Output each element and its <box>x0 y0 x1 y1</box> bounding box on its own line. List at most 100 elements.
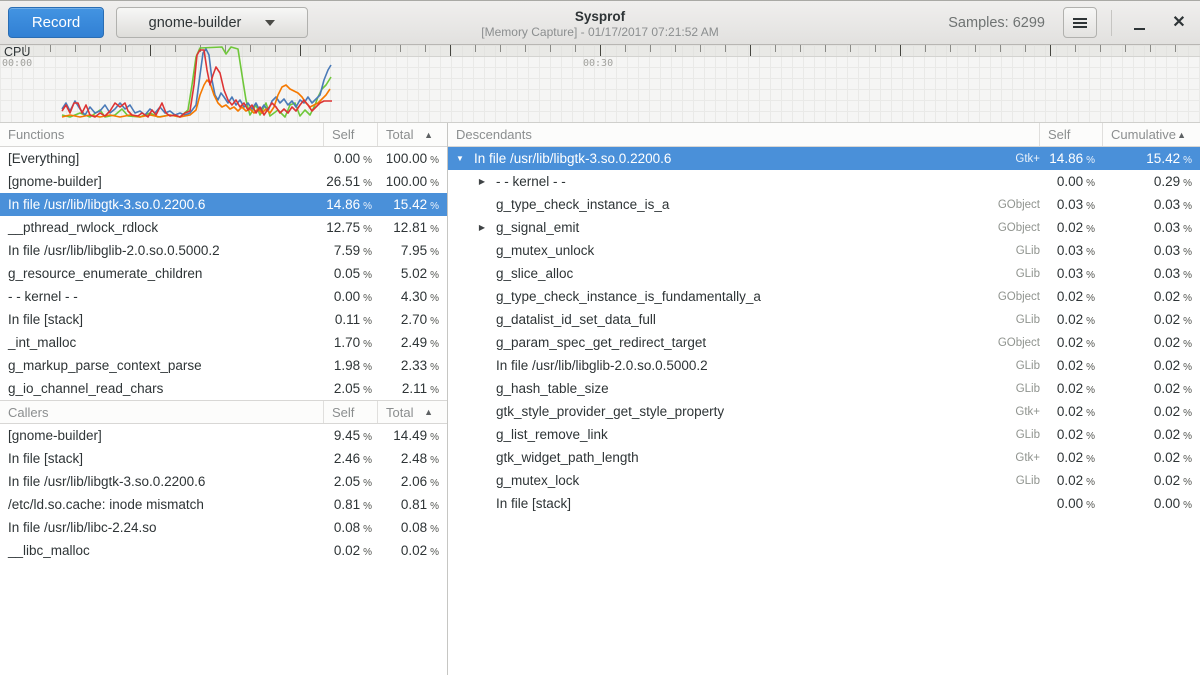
percent-sign: % <box>1183 247 1192 258</box>
self-percent: 12.75% <box>324 220 378 235</box>
percent-sign: % <box>1183 270 1192 281</box>
total-percent: 0.08% <box>378 520 447 535</box>
record-button[interactable]: Record <box>8 7 104 38</box>
tree-row[interactable]: gtk_widget_path_lengthGtk+0.02%0.02% <box>448 446 1200 469</box>
cpu-usage-graph[interactable]: CPU 00:0000:30 <box>0 45 1200 123</box>
function-name: - - kernel - - <box>0 289 324 304</box>
callers-total-column-header[interactable]: Total ▲ <box>378 401 447 423</box>
function-name: In file [stack] <box>0 312 324 327</box>
table-row[interactable]: [gnome-builder]26.51%100.00% <box>0 170 447 193</box>
self-percent-value: 1.98 <box>334 358 360 373</box>
percent-sign: % <box>1086 316 1095 327</box>
cumulative-percent: 15.42% <box>1103 151 1200 166</box>
total-percent: 100.00% <box>378 174 447 189</box>
table-row[interactable]: [Everything]0.00%100.00% <box>0 147 447 170</box>
total-percent-value: 7.95 <box>401 243 427 258</box>
descendants-cumulative-column-header[interactable]: Cumulative ▲ <box>1103 123 1200 146</box>
percent-sign: % <box>363 432 372 443</box>
descendant-name: gtk_style_provider_get_style_property <box>488 404 982 419</box>
function-name: [gnome-builder] <box>0 174 324 189</box>
process-selector-dropdown[interactable]: gnome-builder <box>116 7 308 38</box>
tree-row[interactable]: In file /usr/lib/libglib-2.0.so.0.5000.2… <box>448 354 1200 377</box>
table-row[interactable]: In file [stack]0.11%2.70% <box>0 308 447 331</box>
total-percent-value: 4.30 <box>401 289 427 304</box>
self-percent-value: 0.02 <box>1057 427 1083 442</box>
self-percent: 2.46% <box>324 451 378 466</box>
tree-row[interactable]: g_param_spec_get_redirect_targetGObject0… <box>448 331 1200 354</box>
total-column-label: Total <box>386 127 413 142</box>
self-percent-value: 14.86 <box>1049 151 1083 166</box>
minimize-button[interactable] <box>1126 10 1152 36</box>
callers-self-column-header[interactable]: Self <box>324 401 378 423</box>
tree-row[interactable]: g_hash_table_sizeGLib0.02%0.02% <box>448 377 1200 400</box>
cumulative-percent-value: 0.02 <box>1154 404 1180 419</box>
descendant-name: g_datalist_id_set_data_full <box>488 312 982 327</box>
left-panel-empty-area <box>0 562 447 675</box>
self-percent: 0.02% <box>1040 335 1103 350</box>
tree-row[interactable]: g_mutex_lockGLib0.02%0.02% <box>448 469 1200 492</box>
callers-column-header[interactable]: Callers <box>0 401 324 423</box>
descendants-self-column-header[interactable]: Self <box>1040 123 1103 146</box>
cumulative-percent-value: 0.02 <box>1154 289 1180 304</box>
descendant-name: g_list_remove_link <box>488 427 982 442</box>
expander-closed-icon[interactable]: ▶ <box>476 170 488 193</box>
library-category-label: GObject <box>982 291 1040 303</box>
function-name: g_markup_parse_context_parse <box>0 358 324 373</box>
table-row[interactable]: In file /usr/lib/libglib-2.0.so.0.5000.2… <box>0 239 447 262</box>
cumulative-column-label: Cumulative <box>1111 127 1176 142</box>
function-name: g_io_channel_read_chars <box>0 381 324 396</box>
tree-row[interactable]: g_mutex_unlockGLib0.03%0.03% <box>448 239 1200 262</box>
tree-row[interactable]: gtk_style_provider_get_style_propertyGtk… <box>448 400 1200 423</box>
table-row[interactable]: g_resource_enumerate_children0.05%5.02% <box>0 262 447 285</box>
functions-self-column-header[interactable]: Self <box>324 123 378 146</box>
percent-sign: % <box>1183 454 1192 465</box>
table-row[interactable]: [gnome-builder]9.45%14.49% <box>0 424 447 447</box>
self-percent-value: 0.03 <box>1057 243 1083 258</box>
tree-row[interactable]: ▶g_signal_emitGObject0.02%0.03% <box>448 216 1200 239</box>
tree-row[interactable]: ▼In file /usr/lib/libgtk-3.so.0.2200.6Gt… <box>448 147 1200 170</box>
table-row[interactable]: In file [stack]2.46%2.48% <box>0 447 447 470</box>
self-percent-value: 2.05 <box>334 474 360 489</box>
table-row[interactable]: - - kernel - -0.00%4.30% <box>0 285 447 308</box>
table-row[interactable]: In file /usr/lib/libgtk-3.so.0.2200.62.0… <box>0 470 447 493</box>
cumulative-percent-value: 0.02 <box>1154 427 1180 442</box>
tree-row[interactable]: g_type_check_instance_is_aGObject0.03%0.… <box>448 193 1200 216</box>
samples-count: Samples: 6299 <box>948 15 1045 31</box>
descendants-table-header: Descendants Self Cumulative ▲ <box>448 123 1200 147</box>
functions-column-header[interactable]: Functions <box>0 123 324 146</box>
table-row[interactable]: __libc_malloc0.02%0.02% <box>0 539 447 562</box>
expander-open-icon[interactable]: ▼ <box>454 147 466 170</box>
library-category-label: GObject <box>982 222 1040 234</box>
table-row[interactable]: g_io_channel_read_chars2.05%2.11% <box>0 377 447 400</box>
self-percent-value: 2.46 <box>334 451 360 466</box>
table-row[interactable]: __pthread_rwlock_rdlock12.75%12.81% <box>0 216 447 239</box>
percent-sign: % <box>1086 247 1095 258</box>
tree-row[interactable]: ▶- - kernel - -0.00%0.29% <box>448 170 1200 193</box>
tree-row[interactable]: g_type_check_instance_is_fundamentally_a… <box>448 285 1200 308</box>
table-row[interactable]: _int_malloc1.70%2.49% <box>0 331 447 354</box>
menu-button[interactable] <box>1063 7 1097 38</box>
expander-closed-icon[interactable]: ▶ <box>476 216 488 239</box>
tree-row[interactable]: In file [stack]0.00%0.00% <box>448 492 1200 515</box>
close-button[interactable]: ✕ <box>1166 10 1192 36</box>
self-percent: 1.70% <box>324 335 378 350</box>
tree-row[interactable]: g_list_remove_linkGLib0.02%0.02% <box>448 423 1200 446</box>
cumulative-percent-value: 0.02 <box>1154 358 1180 373</box>
table-row[interactable]: In file /usr/lib/libgtk-3.so.0.2200.614.… <box>0 193 447 216</box>
percent-sign: % <box>430 270 439 281</box>
cumulative-percent-value: 15.42 <box>1146 151 1180 166</box>
self-percent-value: 2.05 <box>334 381 360 396</box>
tree-row[interactable]: g_datalist_id_set_data_fullGLib0.02%0.02… <box>448 308 1200 331</box>
percent-sign: % <box>430 362 439 373</box>
functions-total-column-header[interactable]: Total ▲ <box>378 123 447 146</box>
table-row[interactable]: g_markup_parse_context_parse1.98%2.33% <box>0 354 447 377</box>
cumulative-percent: 0.29% <box>1103 174 1200 189</box>
total-percent: 15.42% <box>378 197 447 212</box>
descendants-column-header[interactable]: Descendants <box>448 123 1040 146</box>
library-category-label: GLib <box>982 429 1040 441</box>
table-row[interactable]: In file /usr/lib/libc-2.24.so0.08%0.08% <box>0 516 447 539</box>
close-icon: ✕ <box>1172 15 1185 31</box>
total-percent-value: 2.06 <box>401 474 427 489</box>
tree-row[interactable]: g_slice_allocGLib0.03%0.03% <box>448 262 1200 285</box>
table-row[interactable]: /etc/ld.so.cache: inode mismatch0.81%0.8… <box>0 493 447 516</box>
